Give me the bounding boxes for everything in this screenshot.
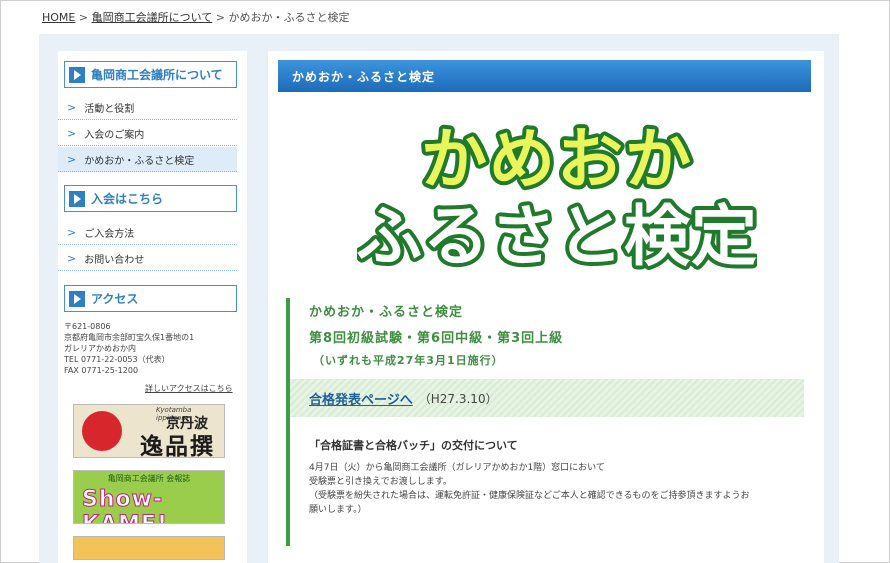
sidebar-item-label: 活動と役割 [84, 103, 135, 115]
chevron-right-icon: > [67, 152, 77, 166]
breadcrumb-separator: > [212, 11, 229, 24]
notice-line: 4月7日（火）から亀岡商工会議所（ガレリアかめおか1階）窓口において [309, 463, 605, 473]
chevron-right-icon: > [67, 225, 77, 239]
notice-line: （受験票を紛失された場合は、運転免許証・健康保険証などご本人と確認できるものをご… [309, 491, 750, 501]
breadcrumb-parent-link[interactable]: 亀岡商工会議所について [92, 11, 213, 24]
sidebar-item-label: ご入会方法 [84, 228, 135, 240]
notice-body: 4月7日（火）から亀岡商工会議所（ガレリアかめおか1階）窓口において 受験票と引… [309, 461, 750, 517]
logo-line2: ふるさと検定 [357, 198, 757, 274]
content-wrapper: 亀岡商工会議所について > 活動と役割 > 入会のご案内 > かめおか・ふるさと検定 … [39, 34, 839, 563]
banner-subtitle: 亀岡商工会議所 会報誌 [107, 474, 191, 483]
sidebar: 亀岡商工会議所について > 活動と役割 > 入会のご案内 > かめおか・ふるさと検定 … [58, 51, 247, 563]
breadcrumb: HOME > 亀岡商工会議所について > かめおか・ふるさと検定 [42, 9, 349, 25]
address-line: 京都府亀岡市余部町宝久保1番地の1 [64, 333, 195, 342]
address-block: 〒621-0806 京都府亀岡市余部町宝久保1番地の1 ガレリアかめおか内 TE… [64, 321, 194, 376]
arrow-right-icon [69, 190, 85, 207]
sidebar-section-title: 亀岡商工会議所について [91, 68, 223, 82]
page-title: かめおか・ふるさと検定 [278, 60, 811, 92]
chevron-right-icon: > [67, 251, 77, 265]
sidebar-section-join[interactable]: 入会はこちら [64, 185, 237, 212]
info-date: （いずれも平成27年3月1日施行） [313, 354, 504, 367]
sidebar-item-furusato-kentei[interactable]: > かめおか・ふるさと検定 [58, 147, 237, 172]
access-detail-link[interactable]: 詳しいアクセスはこちら [145, 383, 233, 394]
sidebar-section-title: アクセス [91, 292, 139, 306]
sidebar-item-membership-info[interactable]: > 入会のご案内 [58, 121, 237, 146]
sidebar-item-contact[interactable]: > お問い合わせ [58, 246, 237, 271]
people-banner[interactable] [73, 536, 225, 560]
address-line: FAX 0771-25-1200 [64, 366, 139, 375]
breadcrumb-separator: > [75, 11, 92, 24]
arrow-right-icon [69, 290, 85, 307]
sidebar-item-join-method[interactable]: > ご入会方法 [58, 220, 237, 245]
sidebar-item-label: お問い合わせ [84, 254, 145, 266]
sidebar-item-activities[interactable]: > 活動と役割 [58, 95, 237, 120]
notice-line: 願いします。） [309, 505, 367, 515]
sidebar-section-access[interactable]: アクセス [64, 285, 237, 312]
address-line: 〒621-0806 [64, 322, 111, 331]
sidebar-item-label: 入会のご案内 [84, 129, 145, 141]
info-rounds: 第8回初級試験・第6回中級・第3回上級 [309, 331, 564, 346]
info-accent-bar [286, 298, 290, 546]
info-title: かめおか・ふるさと検定 [309, 305, 464, 320]
breadcrumb-home-link[interactable]: HOME [42, 11, 75, 24]
address-line: ガレリアかめおか内 [64, 344, 136, 353]
sidebar-item-label: かめおか・ふるさと検定 [84, 155, 195, 167]
notice-title: 「合格証書と合格バッチ」の交付について [309, 439, 518, 452]
arrow-right-icon [69, 66, 85, 83]
pass-announcement-link[interactable]: 合格発表ページへ [309, 389, 413, 408]
ippin-banner[interactable]: Kyotamba ippincom 京丹波 逸品撰 [73, 404, 225, 458]
pass-announcement-bar: 合格発表ページへ （H27.3.10） [290, 379, 804, 417]
furusato-kentei-logo: かめおか ふるさと検定 [357, 117, 757, 274]
mascot-image [82, 411, 122, 451]
pass-announcement-date: （H27.3.10） [418, 391, 498, 406]
chevron-right-icon: > [67, 126, 77, 140]
banner-main-text: Show-KAME! [82, 487, 168, 524]
chevron-right-icon: > [67, 100, 77, 114]
show-kame-banner[interactable]: 亀岡商工会議所 会報誌 Show-KAME! [73, 470, 225, 524]
sidebar-section-title: 入会はこちら [91, 192, 164, 206]
banner-main-text: 逸品撰 [140, 434, 215, 458]
main-content: かめおか・ふるさと検定 かめおか ふるさと検定 かめおか・ふるさと検定 第8回初… [268, 51, 824, 563]
sidebar-section-about[interactable]: 亀岡商工会議所について [64, 61, 237, 88]
notice-line: 受験票と引き換えでお渡しします。 [309, 477, 452, 487]
breadcrumb-current: かめおか・ふるさと検定 [228, 11, 350, 24]
address-line: TEL 0771-22-0053（代表） [64, 355, 170, 364]
logo-line1: かめおか [421, 121, 693, 198]
